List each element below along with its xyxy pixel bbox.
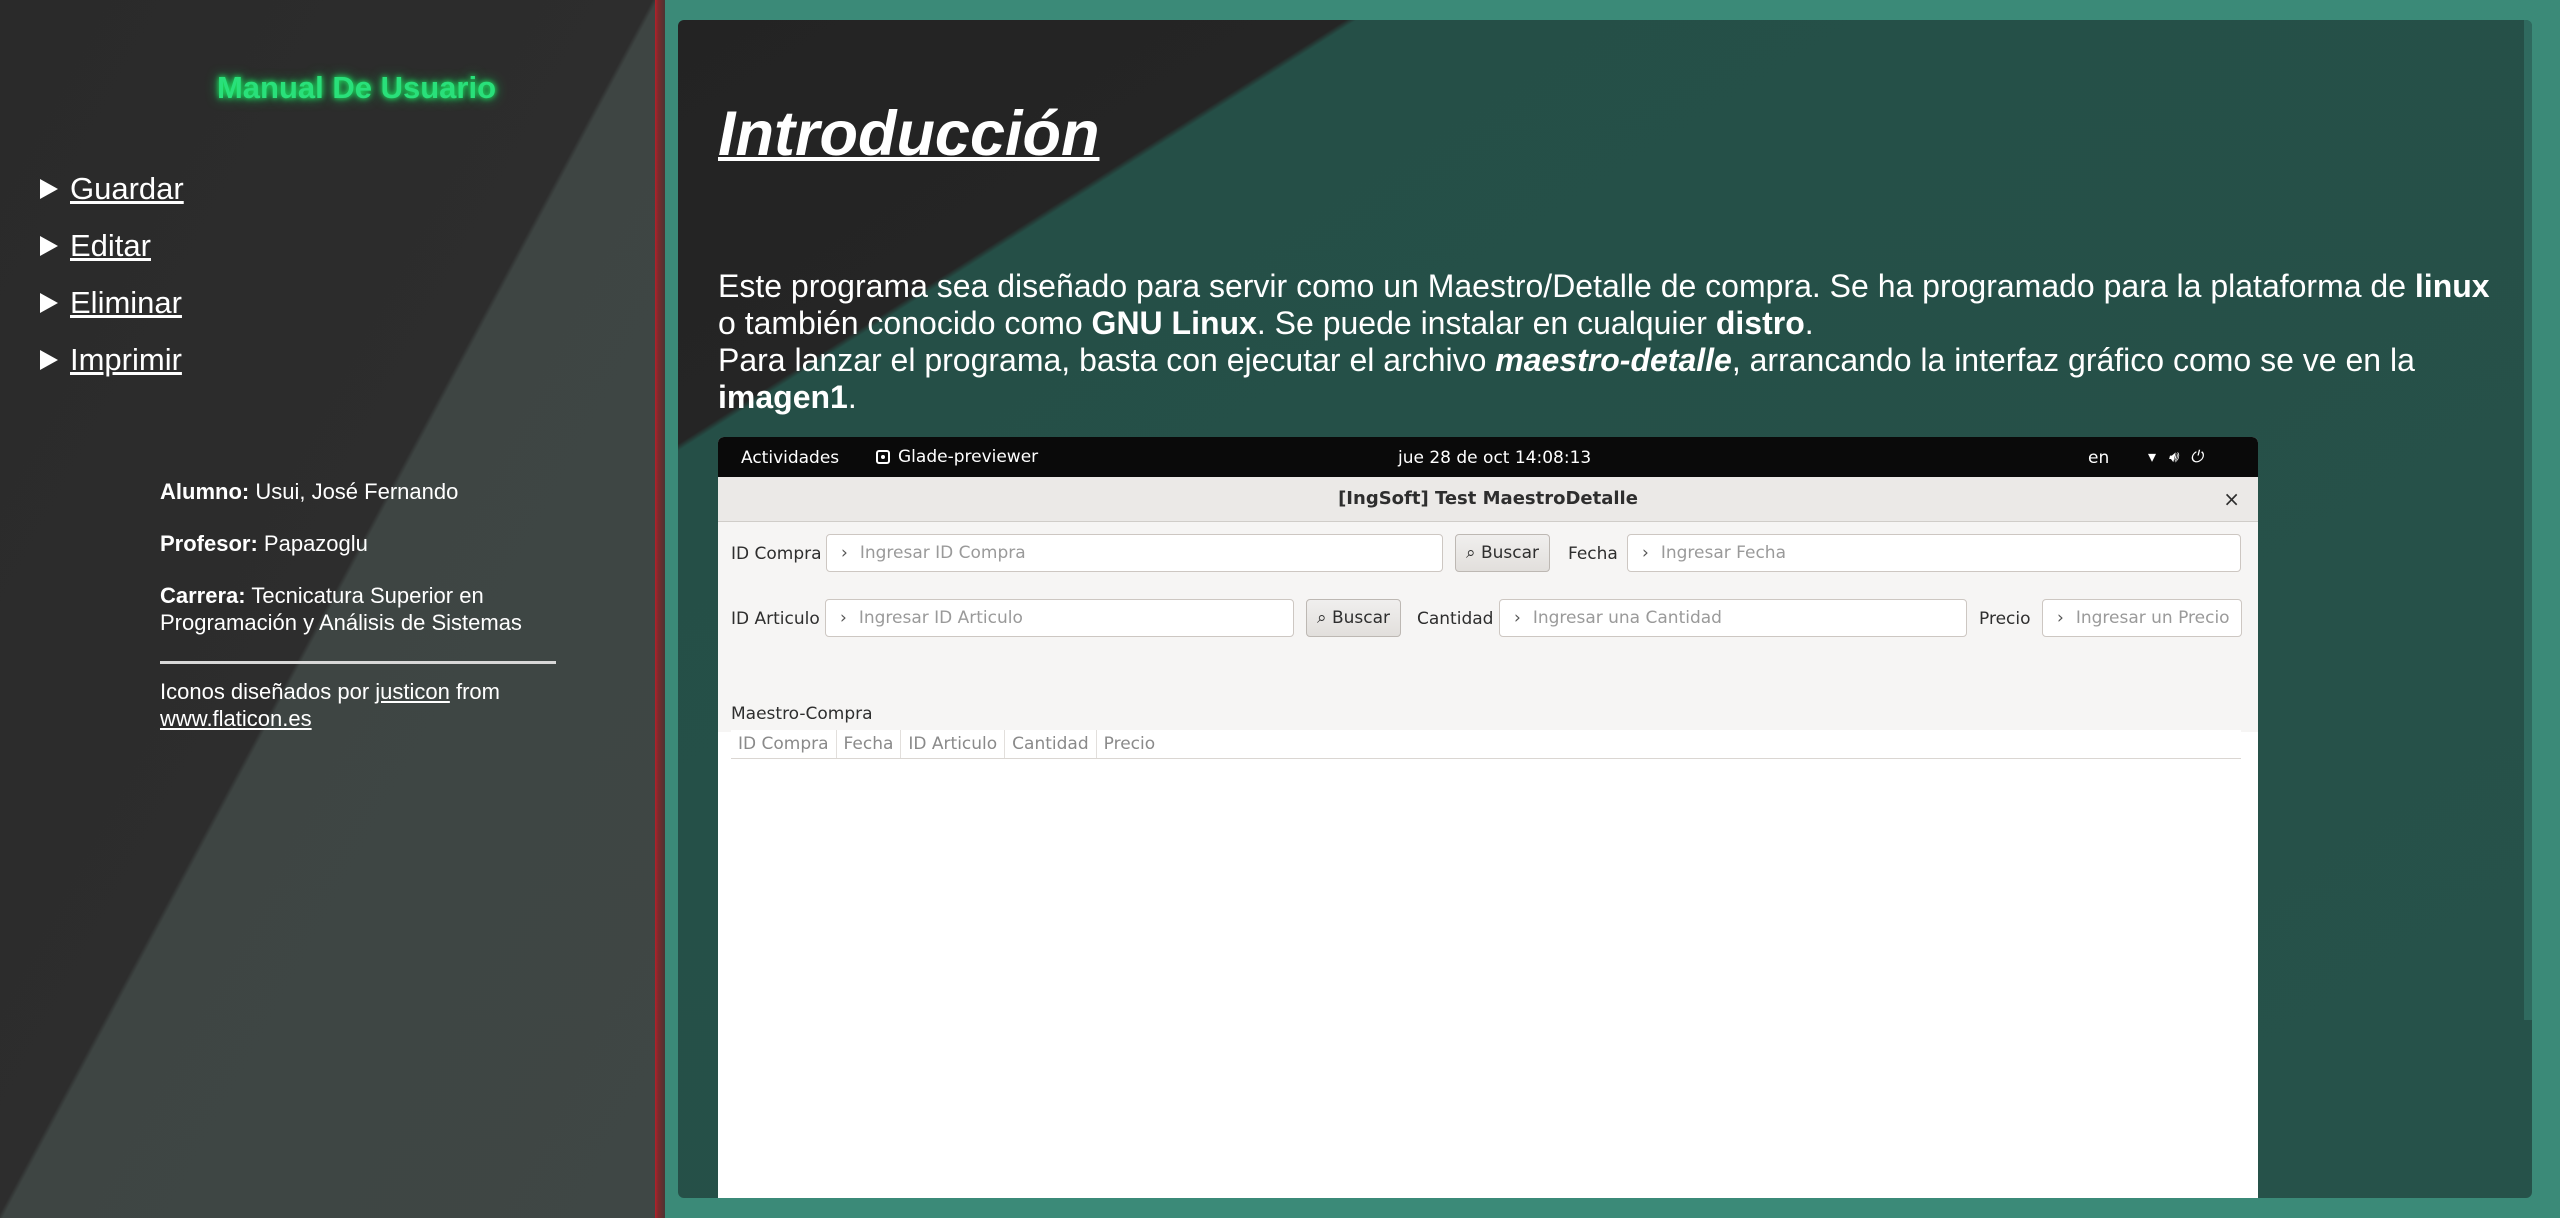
alumno-value: Usui, José Fernando [255,479,459,504]
bold-imagen1: imagen1 [718,379,848,415]
alumno-label: Alumno: [160,479,250,504]
chevron-right-icon: › [1642,543,1649,563]
triangle-bullet-icon [40,349,58,370]
window-title: [IngSoft] Test MaestroDetalle [1338,488,1638,509]
text: Para lanzar el programa, basta con ejecu… [718,342,1487,378]
buscar-articulo-button: ⌕ Buscar [1306,599,1401,637]
nav-link-guardar[interactable]: Guardar [70,171,184,207]
nav-item-eliminar: Eliminar [40,274,184,331]
column-header: ID Compra [731,730,837,758]
system-tray: ▾ 🔊︎ ⏻ [2148,447,2203,467]
nav-item-editar: Editar [40,217,184,274]
nav-link-editar[interactable]: Editar [70,228,151,264]
scrollbar[interactable] [2524,20,2532,1020]
placeholder: Ingresar una Cantidad [1532,608,1722,628]
triangle-bullet-icon [40,292,58,313]
sidebar-border [655,0,665,1218]
text: , arrancando la interfaz gráfico como se… [1731,342,2415,378]
column-header: Precio [1103,734,1156,754]
bold-gnu-linux: GNU Linux [1091,305,1257,341]
author-info: Alumno: Usui, José Fernando Profesor: Pa… [160,478,560,732]
carrera-line: Carrera: Tecnicatura Superior en Program… [160,582,560,636]
buscar-compra-button: ⌕ Buscar [1455,534,1550,572]
carrera-label: Carrera: [160,583,246,608]
profesor-label: Profesor: [160,531,258,556]
button-label: Buscar [1480,543,1539,563]
id-compra-input: › Ingresar ID Compra [826,534,1443,572]
fecha-label: Fecha [1568,544,1618,564]
chevron-right-icon: › [840,608,847,628]
chevron-right-icon: › [2057,608,2064,628]
fecha-input: › Ingresar Fecha [1627,534,2241,572]
chevron-right-icon: › [1514,608,1521,628]
app-menu: Glade-previewer [876,447,1038,467]
activities-label: Actividades [741,448,840,468]
nav-link-eliminar[interactable]: Eliminar [70,285,182,321]
placeholder: Ingresar ID Compra [859,543,1026,563]
text: . Se puede instalar en cualquier [1256,305,1707,341]
window-titlebar: [IngSoft] Test MaestroDetalle × [718,477,2258,522]
main-content: Introducción Este programa sea diseñado … [678,20,2532,1198]
column-header: ID Articulo [901,730,1006,758]
alumno-line: Alumno: Usui, José Fernando [160,478,560,505]
cantidad-input: › Ingresar una Cantidad [1499,599,1967,637]
power-icon: ⏻ [2190,447,2203,466]
credits-site-link[interactable]: www.flaticon.es [160,706,312,731]
credits: Iconos diseñados por justicon from www.f… [160,678,560,732]
site-title: Manual De Usuario [216,70,497,105]
column-header: Cantidad [1005,730,1097,758]
volume-icon: 🔊︎ [2168,447,2179,466]
sidebar: Manual De Usuario Guardar Editar Elimina… [0,0,655,1218]
gnome-topbar: Actividades Glade-previewer jue 28 de oc… [718,437,2258,477]
profesor-line: Profesor: Papazoglu [160,530,560,557]
bold-italic-maestro-detalle: maestro-detalle [1495,342,1732,378]
credits-author-link[interactable]: justicon [375,679,450,704]
triangle-bullet-icon [40,178,58,199]
button-label: Buscar [1331,608,1390,628]
page-title: Introducción [718,99,1100,169]
table-header: ID Compra Fecha ID Articulo Cantidad Pre… [731,730,2241,759]
bold-distro: distro [1715,305,1805,341]
app-screenshot: Actividades Glade-previewer jue 28 de oc… [718,437,2258,1198]
app-icon [876,450,890,464]
intro-paragraph-1: Este programa sea diseñado para servir c… [718,268,2490,341]
id-compra-label: ID Compra [731,544,822,564]
placeholder: Ingresar Fecha [1660,543,1786,563]
triangle-bullet-icon [40,235,58,256]
close-icon: × [2223,487,2240,511]
cantidad-label: Cantidad [1417,609,1494,629]
profesor-value: Papazoglu [263,531,368,556]
id-articulo-input: › Ingresar ID Articulo [825,599,1294,637]
lang-indicator: en [2088,448,2110,468]
nav-link-imprimir[interactable]: Imprimir [70,342,182,378]
text: o también conocido como [718,305,1083,341]
nav-menu: Guardar Editar Eliminar Imprimir [40,160,184,388]
intro-paragraph-2: Para lanzar el programa, basta con ejecu… [718,342,2415,415]
precio-input: › Ingresar un Precio [2042,599,2242,637]
divider [160,661,556,664]
id-articulo-label: ID Articulo [731,609,820,629]
credits-prefix: Iconos diseñados por [160,679,370,704]
precio-label: Precio [1979,609,2031,629]
bold-linux: linux [2414,268,2490,304]
wifi-icon: ▾ [2148,447,2157,466]
placeholder: Ingresar ID Articulo [858,608,1023,628]
maestro-compra-label: Maestro-Compra [731,704,873,724]
text: Este programa sea diseñado para servir c… [718,268,2407,304]
chevron-right-icon: › [841,543,848,563]
credits-from: from [455,679,500,704]
clock: jue 28 de oct 14:08:13 [1398,448,1592,468]
nav-item-imprimir: Imprimir [40,331,184,388]
app-name: Glade-previewer [898,447,1039,467]
nav-item-guardar: Guardar [40,160,184,217]
column-header: Fecha [837,730,902,758]
placeholder: Ingresar un Precio [2075,608,2230,628]
intro-text: Este programa sea diseñado para servir c… [718,268,2528,416]
window-body: ID Compra › Ingresar ID Compra ⌕ Buscar F… [718,522,2258,759]
